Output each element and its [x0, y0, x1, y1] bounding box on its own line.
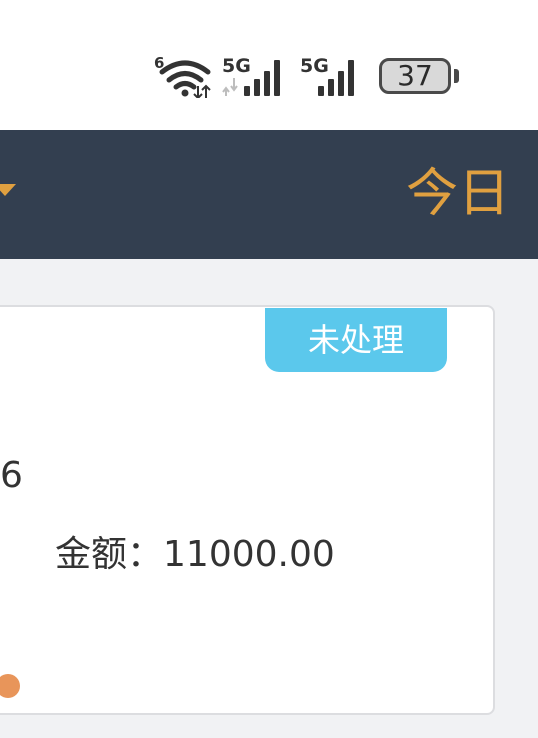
amount-value: 11000.00 [163, 534, 335, 575]
status-icons: 6 5G 5G 37 [0, 52, 538, 102]
status-badge: 未处理 [265, 308, 447, 372]
amount-row: 金额：11000.00 [55, 530, 335, 580]
signal-5g-icon-1: 5G [222, 55, 280, 96]
signal-1-label: 5G [222, 55, 251, 77]
status-bar: 6 5G 5G 37 [0, 0, 538, 130]
card-partial-value: 6 [0, 455, 23, 496]
amount-label: 金额： [55, 534, 164, 575]
dropdown-arrow-icon[interactable] [0, 184, 16, 196]
wifi-icon: 6 [154, 54, 211, 98]
today-button[interactable]: 今日 [406, 162, 510, 226]
battery-tip [454, 69, 459, 83]
signal-2-label: 5G [300, 55, 329, 77]
battery-level: 37 [397, 59, 433, 92]
signal-5g-icon-2: 5G [300, 55, 354, 96]
